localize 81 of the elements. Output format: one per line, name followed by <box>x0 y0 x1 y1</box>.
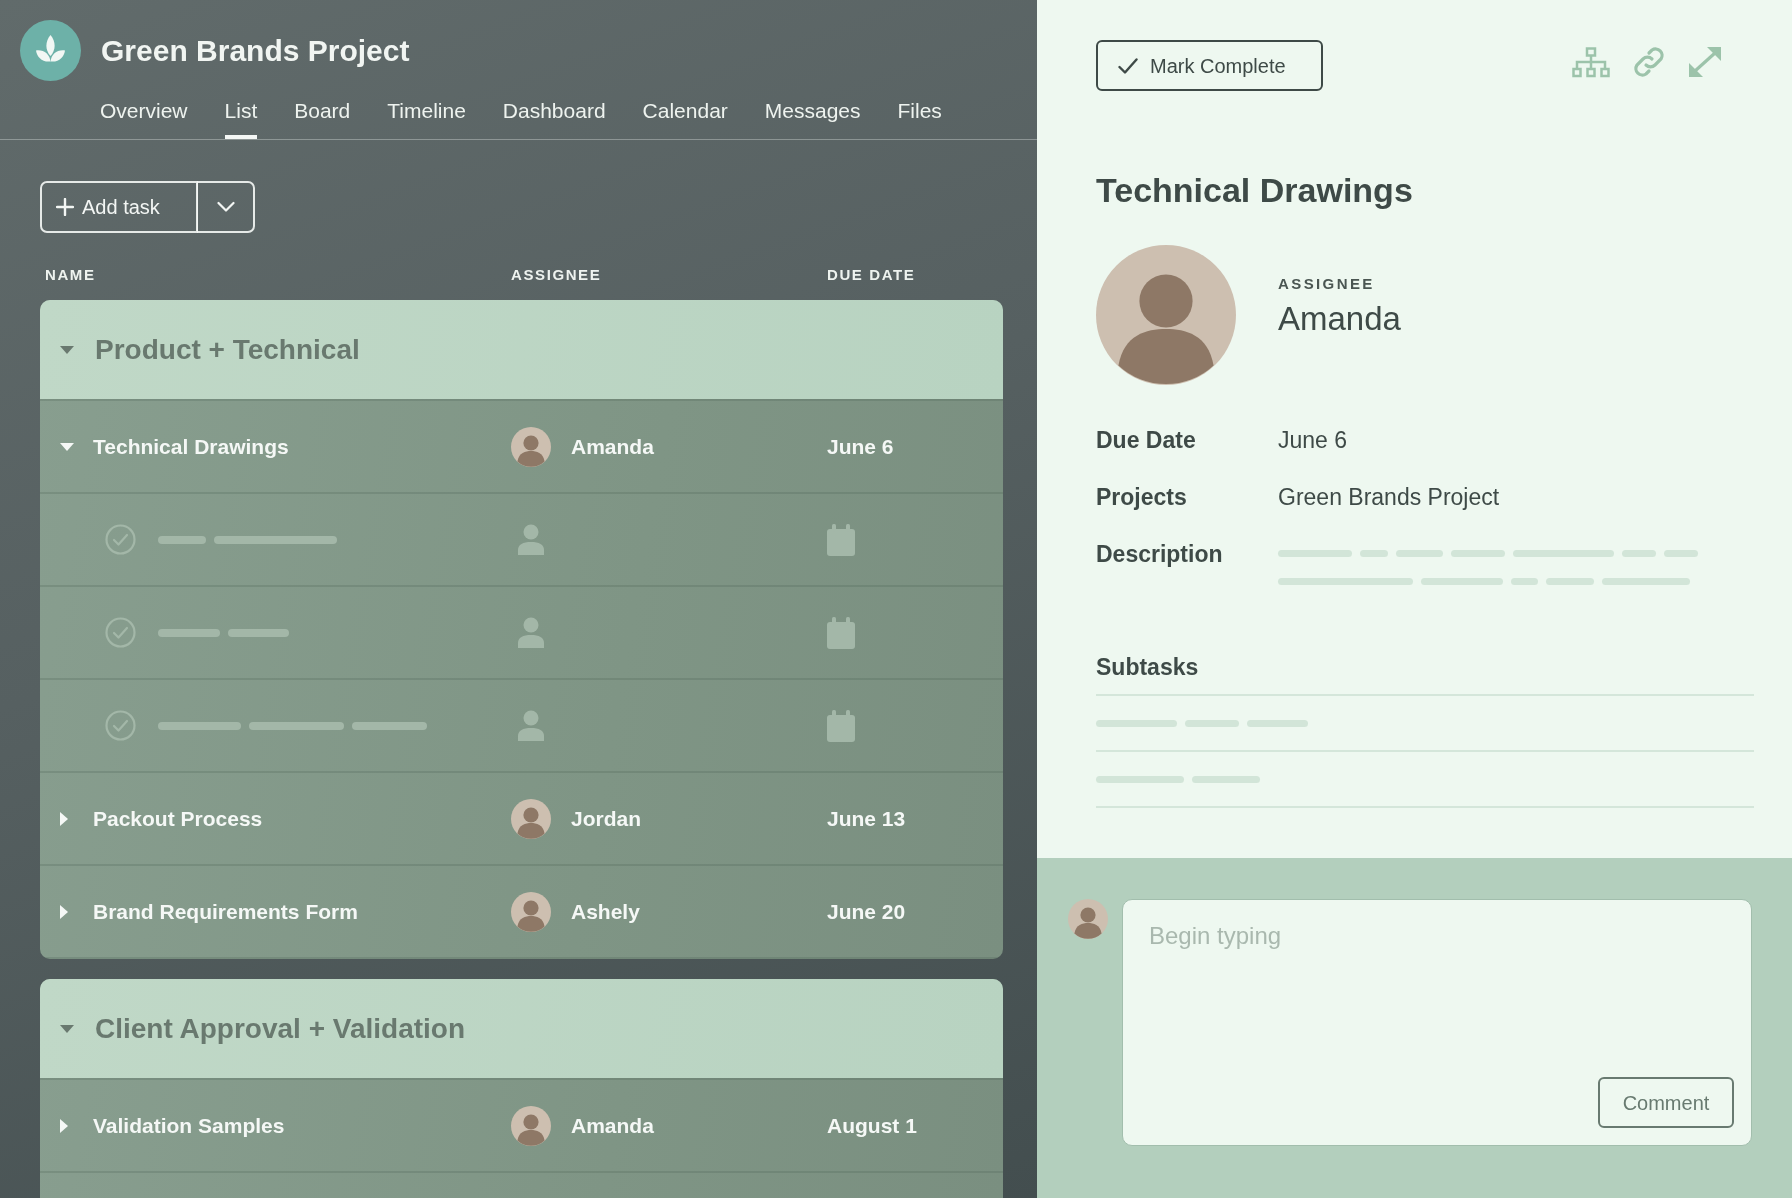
avatar-icon <box>511 1105 551 1146</box>
mark-complete-button[interactable]: Mark Complete <box>1096 40 1323 91</box>
section-header[interactable]: Product + Technical <box>40 300 1003 399</box>
chevron-down-icon <box>216 201 235 213</box>
task-title: Technical Drawings <box>1096 170 1413 210</box>
assignee-name: Amanda <box>1278 299 1401 339</box>
skeleton-bar <box>228 628 289 637</box>
plus-icon <box>56 198 74 216</box>
assignee-label: ASSIGNEE <box>1278 275 1375 293</box>
check-circle-icon[interactable] <box>105 710 136 741</box>
hierarchy-icon[interactable] <box>1572 46 1610 78</box>
field-label: Projects <box>1096 483 1188 512</box>
subtasks-heading: Subtasks <box>1096 653 1199 681</box>
person-icon[interactable] <box>517 616 545 649</box>
comment-button[interactable]: Comment <box>1598 1077 1734 1128</box>
section-title: Client Approval + Validation <box>95 1011 466 1046</box>
project-title: Green Brands Project <box>101 32 410 69</box>
expand-icon[interactable] <box>1688 46 1722 78</box>
skeleton-bar <box>1546 578 1594 585</box>
assignee-name: Jordan <box>571 805 641 832</box>
due-date: June 6 <box>827 433 894 460</box>
skeleton-bar <box>1664 550 1698 557</box>
skeleton-bar <box>158 628 220 637</box>
tab[interactable]: Timeline <box>387 99 466 139</box>
task-name[interactable]: Technical Drawings <box>93 430 289 463</box>
column-header[interactable]: ASSIGNEE <box>511 267 602 283</box>
check-circle-icon[interactable] <box>105 524 136 555</box>
tab[interactable]: List <box>224 99 258 139</box>
skeleton-bar <box>1396 550 1443 557</box>
avatar-icon <box>511 426 551 467</box>
column-header[interactable]: DUE DATE <box>827 267 916 283</box>
task-name[interactable]: Validation Samples <box>93 1109 285 1142</box>
link-icon[interactable] <box>1632 45 1666 79</box>
caret-right-icon[interactable] <box>60 1118 68 1133</box>
calendar-icon[interactable] <box>827 709 855 742</box>
person-icon[interactable] <box>517 709 545 742</box>
tab[interactable]: Dashboard <box>502 99 606 139</box>
assignee-name: Ashely <box>571 898 640 925</box>
skeleton-bar <box>1360 550 1388 557</box>
skeleton-bar <box>1451 550 1505 557</box>
assignee-name: Amanda <box>571 433 654 460</box>
caret-down-icon[interactable] <box>60 345 74 354</box>
field-label: Description <box>1096 540 1224 569</box>
tab[interactable]: Board <box>294 99 351 139</box>
skeleton-bar <box>1192 775 1260 783</box>
caret-down-icon[interactable] <box>60 1024 74 1033</box>
tab[interactable]: Overview <box>100 99 188 139</box>
avatar-icon <box>1068 899 1108 939</box>
calendar-icon[interactable] <box>827 523 855 556</box>
tab[interactable]: Files <box>897 99 942 139</box>
skeleton-bar <box>158 535 206 544</box>
column-header[interactable]: NAME <box>45 267 96 283</box>
field-label: Due Date <box>1096 426 1197 455</box>
tab[interactable]: Calendar <box>642 99 728 139</box>
avatar-icon <box>511 891 551 932</box>
skeleton-bar <box>1511 578 1538 585</box>
skeleton-bar <box>1622 550 1656 557</box>
skeleton-bar <box>1247 719 1308 727</box>
check-circle-icon[interactable] <box>105 617 136 648</box>
section-header[interactable]: Client Approval + Validation <box>40 979 1003 1078</box>
calendar-icon[interactable] <box>827 616 855 649</box>
field-value: June 6 <box>1278 426 1348 455</box>
caret-right-icon[interactable] <box>60 904 68 919</box>
add-task-button[interactable]: Add task <box>40 181 198 233</box>
check-icon <box>1118 56 1138 75</box>
tab[interactable]: Messages <box>764 99 861 139</box>
task-name[interactable]: Brand Requirements Form <box>93 895 358 928</box>
due-date: June 20 <box>827 898 906 925</box>
task-name[interactable]: Packout Process <box>93 802 263 835</box>
section-title: Product + Technical <box>95 332 360 367</box>
caret-down-icon[interactable] <box>60 442 74 451</box>
leaf-logo-icon[interactable] <box>20 20 81 81</box>
dropdown-button[interactable] <box>197 181 255 233</box>
avatar-icon <box>511 798 551 839</box>
skeleton-bar <box>1185 719 1239 727</box>
assignee-name: Amanda <box>571 1112 654 1139</box>
field-value: Green Brands Project <box>1278 483 1500 512</box>
due-date: August 1 <box>827 1112 917 1139</box>
caret-right-icon[interactable] <box>60 811 68 826</box>
person-icon[interactable] <box>517 523 545 556</box>
due-date: June 13 <box>827 805 906 832</box>
